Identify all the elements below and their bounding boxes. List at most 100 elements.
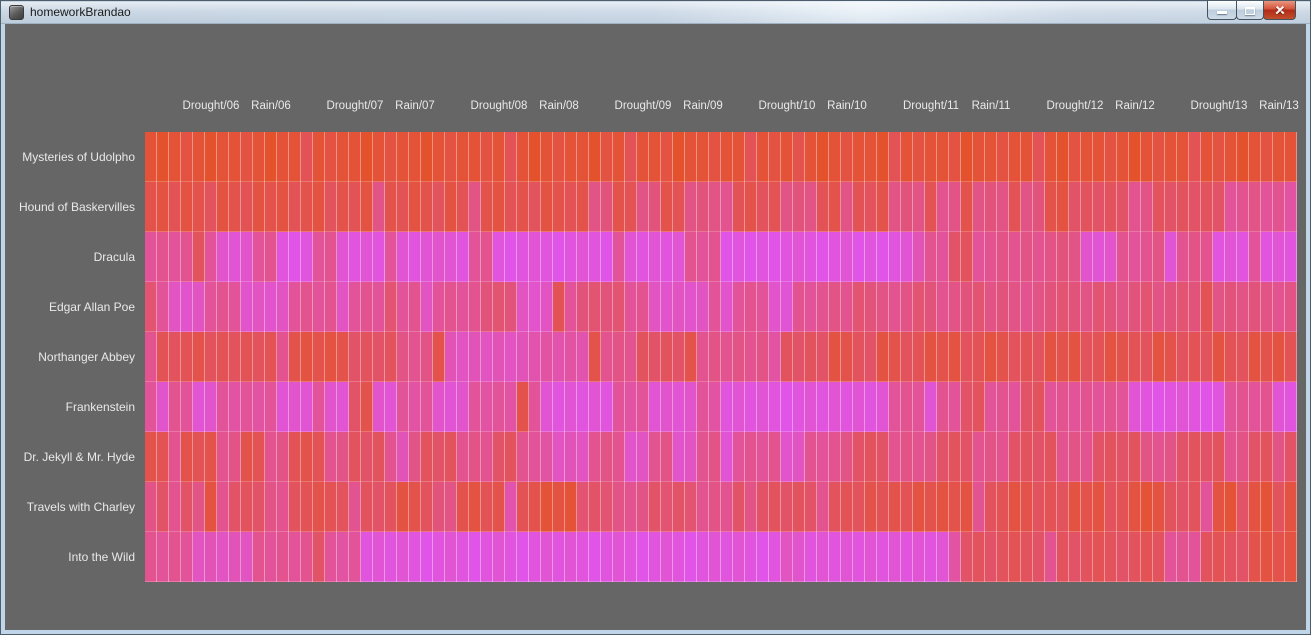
heatmap-cell[interactable] <box>1057 432 1069 482</box>
heatmap-cell[interactable] <box>1261 482 1273 532</box>
heatmap-cell[interactable] <box>769 482 781 532</box>
heatmap-cell[interactable] <box>1057 532 1069 582</box>
heatmap-cell[interactable] <box>865 132 877 182</box>
heatmap-cell[interactable] <box>157 482 169 532</box>
heatmap-cell[interactable] <box>205 382 217 432</box>
heatmap-cell[interactable] <box>1021 482 1033 532</box>
heatmap-cell[interactable] <box>745 232 757 282</box>
heatmap-cell[interactable] <box>973 182 985 232</box>
heatmap-cell[interactable] <box>877 132 889 182</box>
heatmap-cell[interactable] <box>445 282 457 332</box>
heatmap-cell[interactable] <box>1105 332 1117 382</box>
heatmap-cell[interactable] <box>373 182 385 232</box>
heatmap-cell[interactable] <box>913 132 925 182</box>
heatmap-cell[interactable] <box>937 432 949 482</box>
heatmap-cell[interactable] <box>193 382 205 432</box>
heatmap-cell[interactable] <box>229 182 241 232</box>
heatmap-cell[interactable] <box>1021 282 1033 332</box>
heatmap-cell[interactable] <box>193 432 205 482</box>
heatmap-cell[interactable] <box>925 332 937 382</box>
heatmap-cell[interactable] <box>1201 482 1213 532</box>
heatmap-cell[interactable] <box>1153 132 1165 182</box>
heatmap-cell[interactable] <box>1213 182 1225 232</box>
heatmap-cell[interactable] <box>829 482 841 532</box>
heatmap-cell[interactable] <box>157 332 169 382</box>
heatmap-cell[interactable] <box>1141 282 1153 332</box>
heatmap-cell[interactable] <box>1177 332 1189 382</box>
heatmap-cell[interactable] <box>1021 132 1033 182</box>
heatmap-cell[interactable] <box>745 432 757 482</box>
heatmap-cell[interactable] <box>733 232 745 282</box>
heatmap-cell[interactable] <box>1261 182 1273 232</box>
heatmap-cell[interactable] <box>265 432 277 482</box>
heatmap-cell[interactable] <box>1057 282 1069 332</box>
heatmap-cell[interactable] <box>1009 482 1021 532</box>
heatmap-cell[interactable] <box>325 532 337 582</box>
heatmap-cell[interactable] <box>829 332 841 382</box>
heatmap-cell[interactable] <box>1129 282 1141 332</box>
heatmap-cell[interactable] <box>433 132 445 182</box>
heatmap-cell[interactable] <box>961 432 973 482</box>
heatmap-cell[interactable] <box>481 282 493 332</box>
heatmap-cell[interactable] <box>409 132 421 182</box>
heatmap-cell[interactable] <box>253 182 265 232</box>
heatmap-cell[interactable] <box>1285 532 1297 582</box>
heatmap-cell[interactable] <box>1045 382 1057 432</box>
heatmap-cell[interactable] <box>865 532 877 582</box>
heatmap-cell[interactable] <box>757 432 769 482</box>
heatmap-cell[interactable] <box>553 282 565 332</box>
heatmap-cell[interactable] <box>625 432 637 482</box>
heatmap-cell[interactable] <box>241 382 253 432</box>
heatmap-cell[interactable] <box>625 382 637 432</box>
heatmap-cell[interactable] <box>529 182 541 232</box>
heatmap-cell[interactable] <box>1165 282 1177 332</box>
heatmap-cell[interactable] <box>841 382 853 432</box>
heatmap-cell[interactable] <box>709 182 721 232</box>
heatmap-cell[interactable] <box>1141 482 1153 532</box>
heatmap-cell[interactable] <box>841 132 853 182</box>
heatmap-cell[interactable] <box>937 232 949 282</box>
heatmap-cell[interactable] <box>889 332 901 382</box>
heatmap-cell[interactable] <box>457 282 469 332</box>
heatmap-cell[interactable] <box>625 482 637 532</box>
heatmap-cell[interactable] <box>577 232 589 282</box>
heatmap-cell[interactable] <box>949 532 961 582</box>
heatmap-cell[interactable] <box>937 482 949 532</box>
heatmap-cell[interactable] <box>373 482 385 532</box>
heatmap-cell[interactable] <box>985 232 997 282</box>
heatmap-cell[interactable] <box>421 332 433 382</box>
heatmap-cell[interactable] <box>709 532 721 582</box>
heatmap-cell[interactable] <box>673 132 685 182</box>
heatmap-cell[interactable] <box>949 282 961 332</box>
heatmap-cell[interactable] <box>1249 282 1261 332</box>
heatmap-cell[interactable] <box>589 532 601 582</box>
heatmap-cell[interactable] <box>685 482 697 532</box>
heatmap-cell[interactable] <box>241 182 253 232</box>
heatmap-cell[interactable] <box>1213 382 1225 432</box>
heatmap-cell[interactable] <box>1069 232 1081 282</box>
heatmap-cell[interactable] <box>553 232 565 282</box>
heatmap-cell[interactable] <box>145 332 157 382</box>
heatmap-cell[interactable] <box>433 332 445 382</box>
heatmap-cell[interactable] <box>277 382 289 432</box>
heatmap-cell[interactable] <box>1117 132 1129 182</box>
heatmap-cell[interactable] <box>589 482 601 532</box>
heatmap-cell[interactable] <box>481 182 493 232</box>
heatmap-cell[interactable] <box>301 382 313 432</box>
heatmap-cell[interactable] <box>193 532 205 582</box>
heatmap-cell[interactable] <box>289 432 301 482</box>
heatmap-cell[interactable] <box>853 482 865 532</box>
heatmap-cell[interactable] <box>589 382 601 432</box>
heatmap-cell[interactable] <box>553 132 565 182</box>
heatmap-cell[interactable] <box>1069 132 1081 182</box>
heatmap-cell[interactable] <box>805 132 817 182</box>
heatmap-cell[interactable] <box>337 182 349 232</box>
heatmap-cell[interactable] <box>877 432 889 482</box>
heatmap-cell[interactable] <box>157 532 169 582</box>
heatmap-cell[interactable] <box>1261 432 1273 482</box>
heatmap-cell[interactable] <box>805 482 817 532</box>
heatmap-cell[interactable] <box>1225 382 1237 432</box>
heatmap-cell[interactable] <box>469 132 481 182</box>
heatmap-cell[interactable] <box>397 132 409 182</box>
heatmap-cell[interactable] <box>493 382 505 432</box>
